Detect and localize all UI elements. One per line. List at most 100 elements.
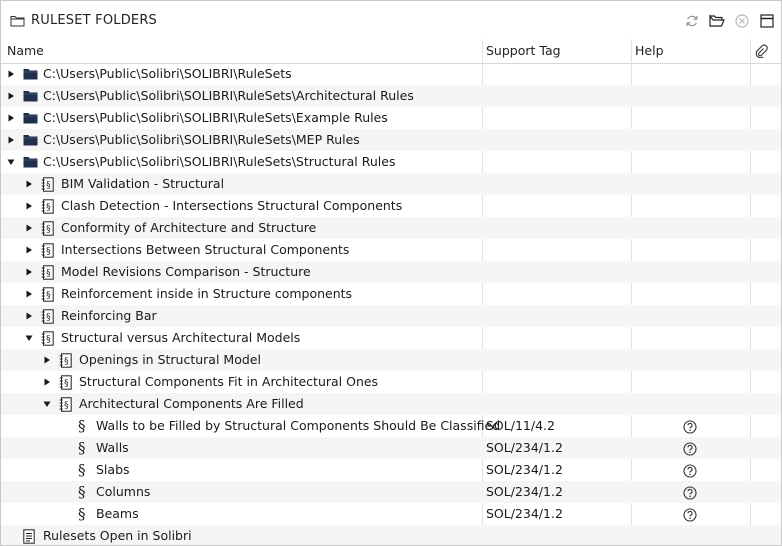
paperclip-icon — [755, 44, 768, 58]
collapsed-arrow-icon[interactable] — [23, 239, 35, 261]
tree-row-label: C:\Users\Public\Solibri\SOLIBRI\RuleSets… — [43, 88, 414, 103]
ruleset-folders-panel: RULESET FOLDERS Name Support Tag Help C:… — [0, 0, 782, 546]
folder-icon — [23, 85, 38, 107]
tree-row[interactable]: Rulesets Open in Solibri — [1, 525, 781, 545]
tree-row-label: Beams — [96, 506, 139, 521]
help-icon[interactable] — [683, 507, 697, 522]
tree-row-label: C:\Users\Public\Solibri\SOLIBRI\RuleSets… — [43, 110, 388, 125]
collapsed-arrow-icon[interactable] — [23, 283, 35, 305]
tree-row[interactable]: § Structural Components Fit in Architectu… — [1, 371, 781, 393]
tree-row[interactable]: C:\Users\Public\Solibri\SOLIBRI\RuleSets… — [1, 151, 781, 173]
tree-row-label: Intersections Between Structural Compone… — [61, 242, 350, 257]
help-icon[interactable] — [683, 463, 697, 478]
column-header-support-tag[interactable]: Support Tag — [482, 39, 630, 63]
svg-text:§: § — [46, 225, 51, 235]
tree-row[interactable]: C:\Users\Public\Solibri\SOLIBRI\RuleSets — [1, 63, 781, 85]
tree-row[interactable]: § Clash Detection - Intersections Structu… — [1, 195, 781, 217]
tree-row[interactable]: § Reinforcing Bar — [1, 305, 781, 327]
tree-row-label: Walls — [96, 440, 129, 455]
help-icon[interactable] — [683, 441, 697, 456]
ruleset-icon: § — [41, 195, 54, 217]
collapsed-arrow-icon[interactable] — [5, 63, 17, 85]
tree-row-label: Structural versus Architectural Models — [61, 330, 301, 345]
folder-outline-icon — [10, 14, 25, 27]
tree-row-label: Walls to be Filled by Structural Compone… — [96, 418, 501, 433]
collapsed-arrow-icon[interactable] — [23, 173, 35, 195]
tree-row-label: Clash Detection - Intersections Structur… — [61, 198, 403, 213]
support-tag: SOL/234/1.2 — [486, 462, 563, 477]
help-icon[interactable] — [683, 485, 697, 500]
tree-row-label: Structural Components Fit in Architectur… — [79, 374, 379, 389]
svg-text:§: § — [64, 357, 69, 367]
tree-row[interactable]: § Structural versus Architectural Models — [1, 327, 781, 349]
collapsed-arrow-icon[interactable] — [23, 261, 35, 283]
collapsed-arrow-icon[interactable] — [5, 129, 17, 151]
ruleset-icon: § — [41, 305, 54, 327]
expanded-arrow-icon[interactable] — [5, 151, 17, 173]
ruleset-icon: § — [59, 371, 72, 393]
tree-row-label: Reinforcement inside in Structure compon… — [61, 286, 353, 301]
collapsed-arrow-icon[interactable] — [23, 195, 35, 217]
table-header: Name Support Tag Help — [1, 39, 781, 64]
tree-row-label: Rulesets Open in Solibri — [43, 528, 192, 543]
column-header-attachment[interactable] — [751, 39, 781, 63]
refresh-icon[interactable] — [684, 13, 700, 29]
expanded-arrow-icon[interactable] — [41, 393, 53, 415]
rule-section-icon: § — [78, 439, 86, 457]
column-header-name[interactable]: Name — [3, 39, 481, 63]
support-tag: SOL/11/4.2 — [486, 418, 555, 433]
tree-row[interactable]: § Slabs SOL/234/1.2 — [1, 459, 781, 481]
tree-row[interactable]: C:\Users\Public\Solibri\SOLIBRI\RuleSets… — [1, 129, 781, 151]
tree-row[interactable]: § Model Revisions Comparison - Structure — [1, 261, 781, 283]
tree-row-label: Conformity of Architecture and Structure — [61, 220, 317, 235]
collapsed-arrow-icon[interactable] — [23, 217, 35, 239]
tree-row[interactable]: § Beams SOL/234/1.2 — [1, 503, 781, 525]
tree-row[interactable]: C:\Users\Public\Solibri\SOLIBRI\RuleSets… — [1, 107, 781, 129]
tree-row[interactable]: § Intersections Between Structural Compon… — [1, 239, 781, 261]
close-circle-icon[interactable] — [734, 13, 750, 29]
tree-row[interactable]: § Architectural Components Are Filled — [1, 393, 781, 415]
tree-row-label: Slabs — [96, 462, 130, 477]
tree-row-label: BIM Validation - Structural — [61, 176, 225, 191]
help-icon[interactable] — [683, 419, 697, 434]
ruleset-icon: § — [41, 173, 54, 195]
document-icon — [23, 525, 35, 545]
rule-section-icon: § — [78, 483, 86, 501]
svg-text:§: § — [46, 269, 51, 279]
support-tag: SOL/234/1.2 — [486, 484, 563, 499]
tree-row[interactable]: § Walls to be Filled by Structural Compon… — [1, 415, 781, 437]
tree-row-label: C:\Users\Public\Solibri\SOLIBRI\RuleSets… — [43, 132, 360, 147]
folder-icon — [23, 63, 38, 85]
rule-section-icon: § — [78, 417, 86, 435]
svg-text:§: § — [64, 401, 69, 411]
tree-row[interactable]: § Openings in Structural Model — [1, 349, 781, 371]
ruleset-icon: § — [59, 349, 72, 371]
tree-table-body: C:\Users\Public\Solibri\SOLIBRI\RuleSets… — [1, 63, 781, 545]
open-folder-icon[interactable] — [709, 13, 725, 29]
window-icon[interactable] — [759, 13, 775, 29]
tree-row[interactable]: § Columns SOL/234/1.2 — [1, 481, 781, 503]
ruleset-icon: § — [41, 239, 54, 261]
collapsed-arrow-icon[interactable] — [5, 85, 17, 107]
column-header-help[interactable]: Help — [631, 39, 749, 63]
svg-text:§: § — [46, 313, 51, 323]
expanded-arrow-icon[interactable] — [23, 327, 35, 349]
ruleset-icon: § — [41, 283, 54, 305]
tree-row[interactable]: § Reinforcement inside in Structure compo… — [1, 283, 781, 305]
tree-row-label: Reinforcing Bar — [61, 308, 157, 323]
ruleset-icon: § — [41, 327, 54, 349]
tree-row[interactable]: § BIM Validation - Structural — [1, 173, 781, 195]
folder-icon — [23, 151, 38, 173]
tree-row[interactable]: § Walls SOL/234/1.2 — [1, 437, 781, 459]
svg-text:§: § — [46, 335, 51, 345]
folder-icon — [23, 129, 38, 151]
collapsed-arrow-icon[interactable] — [23, 305, 35, 327]
ruleset-icon: § — [59, 393, 72, 415]
collapsed-arrow-icon[interactable] — [41, 371, 53, 393]
folder-icon — [23, 107, 38, 129]
collapsed-arrow-icon[interactable] — [5, 107, 17, 129]
collapsed-arrow-icon[interactable] — [41, 349, 53, 371]
svg-text:§: § — [46, 181, 51, 191]
tree-row[interactable]: § Conformity of Architecture and Structur… — [1, 217, 781, 239]
tree-row[interactable]: C:\Users\Public\Solibri\SOLIBRI\RuleSets… — [1, 85, 781, 107]
